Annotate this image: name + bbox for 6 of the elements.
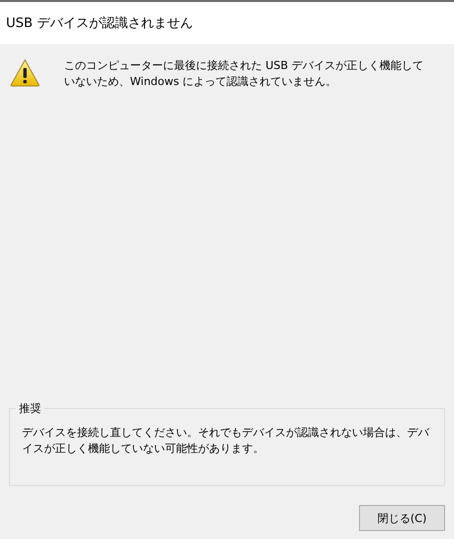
group-heading: 推奨 bbox=[16, 401, 44, 416]
warning-icon bbox=[10, 59, 40, 87]
recommendation-text: デバイスを接続し直してください。それでもデバイスが認識されない場合は、デバイスが正しく機能していない可能性があります。 bbox=[22, 425, 430, 457]
close-button[interactable]: 閉じる(C) bbox=[359, 505, 445, 531]
window-title: USB デバイスが認識されません bbox=[6, 15, 193, 32]
error-message: このコンピューターに最後に接続された USB デバイスが正しく機能していないため、Windows によって認識されていません。 bbox=[64, 58, 424, 90]
